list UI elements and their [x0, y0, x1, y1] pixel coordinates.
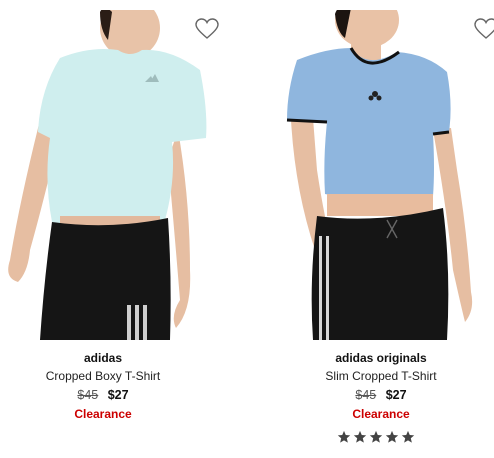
star-icon	[353, 430, 367, 443]
clearance-badge: Clearance	[352, 407, 410, 421]
star-icon	[337, 430, 351, 443]
favorite-heart-icon[interactable]	[474, 18, 494, 40]
product-image[interactable]	[0, 10, 247, 340]
sale-price: $27	[107, 388, 129, 402]
favorite-heart-icon[interactable]	[195, 18, 219, 40]
star-icon	[401, 430, 415, 443]
product-price: $45 $27	[247, 388, 494, 402]
star-icon	[385, 430, 399, 443]
product-brand[interactable]: adidas originals	[247, 351, 494, 365]
product-image[interactable]	[247, 10, 494, 340]
star-icon	[369, 430, 383, 443]
product-card[interactable]: adidas originals Slim Cropped T-Shirt $4…	[247, 0, 494, 458]
product-name[interactable]: Slim Cropped T-Shirt	[247, 369, 494, 383]
original-price: $45	[355, 388, 377, 402]
clearance-badge: Clearance	[74, 407, 132, 421]
star-rating	[337, 430, 415, 446]
product-grid: adidas Cropped Boxy T-Shirt $45 $27 Clea…	[0, 0, 494, 458]
product-brand[interactable]: adidas	[0, 351, 206, 365]
product-name[interactable]: Cropped Boxy T-Shirt	[0, 369, 206, 383]
product-price: $45 $27	[0, 388, 206, 402]
original-price: $45	[77, 388, 99, 402]
product-card[interactable]: adidas Cropped Boxy T-Shirt $45 $27 Clea…	[0, 0, 247, 458]
sale-price: $27	[385, 388, 407, 402]
